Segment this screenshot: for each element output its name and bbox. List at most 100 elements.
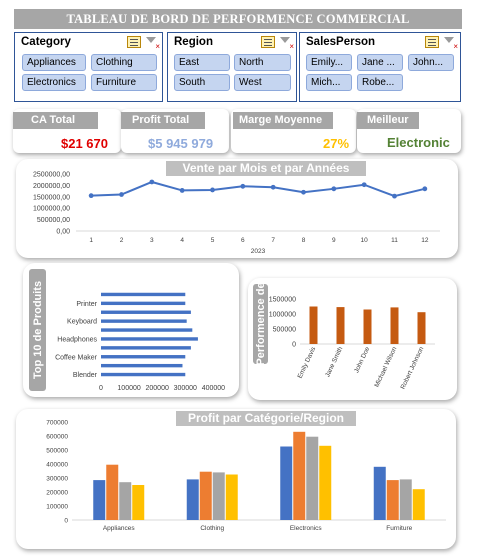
profit-bar: [386, 480, 399, 520]
line-chart: 0,00 500000,00 1000000,00 1500000,00 2000000…: [33, 172, 440, 255]
slicer-item-emily[interactable]: Emily...: [306, 54, 352, 71]
kpi-label: Meilleur: [357, 112, 419, 129]
product-bar: [101, 372, 186, 377]
profit-bar: [373, 466, 386, 520]
y-tick-label: 1000000: [269, 312, 296, 319]
x-tick-label: 9: [332, 237, 336, 244]
y-tick-label: 400000: [46, 462, 68, 469]
x-tick-label: 3: [150, 237, 154, 244]
data-point: [270, 184, 276, 190]
y-tick-label: 0: [292, 342, 296, 349]
category-label: Coffee Maker: [55, 354, 98, 361]
x-tick-label: 7: [271, 237, 275, 244]
data-point: [179, 188, 185, 193]
slicer-item-west[interactable]: West: [234, 74, 291, 91]
slicer-item-john[interactable]: John...: [408, 54, 454, 71]
product-bar: [101, 292, 186, 297]
slicer-item-furniture[interactable]: Furniture: [91, 74, 157, 91]
profit-bar: [212, 472, 225, 520]
profit-bar: [199, 471, 212, 520]
slicer-item-robert[interactable]: Robe...: [357, 74, 403, 91]
profit-bar: [293, 431, 306, 520]
profit-chart: 0 100000 200000 300000 400000 500000 600000 700…: [46, 420, 446, 532]
profit-bar: [132, 485, 145, 520]
slicer-item-electronics[interactable]: Electronics: [22, 74, 86, 91]
x-tick-label: 1: [89, 237, 93, 244]
category-label: Headphones: [57, 336, 97, 343]
kpi-label: Profit Total: [121, 112, 205, 129]
y-tick-label: 700000: [46, 420, 68, 427]
product-bar: [101, 355, 186, 359]
profit-bar: [119, 482, 132, 520]
profit-bar: [319, 445, 332, 520]
multi-select-icon[interactable]: [425, 36, 439, 48]
data-point: [361, 182, 367, 188]
x-tick-label: 12: [421, 237, 429, 244]
category-label: Keyboard: [67, 319, 97, 326]
profit-panel: Profit par Catégorie/Region 0 100000 20000…: [16, 409, 456, 549]
slicer-item-appliances[interactable]: Appliances: [22, 54, 86, 71]
profit-bar: [399, 479, 412, 520]
y-tick-label: 600000: [46, 434, 68, 441]
clear-filter-icon[interactable]: [444, 36, 458, 51]
y-tick-label: 500000: [46, 448, 68, 455]
slicer-item-east[interactable]: East: [174, 54, 230, 71]
slicer-item-south[interactable]: South: [174, 74, 230, 91]
y-tick-label: 200000: [46, 490, 68, 497]
x-tick-label: 300000: [174, 385, 197, 392]
category-label: Printer: [76, 301, 97, 308]
profit-bar: [186, 479, 199, 520]
data-point: [240, 183, 246, 189]
y-tick-label: 300000: [46, 476, 68, 483]
profit-bar: [412, 489, 425, 520]
product-bar: [101, 363, 183, 368]
clear-filter-icon[interactable]: [146, 36, 160, 51]
category-label: Emily Davis: [297, 345, 318, 379]
salesperson-slicer: SalesPerson Emily... Jane ... John... Mi…: [299, 32, 461, 102]
multi-select-icon[interactable]: [261, 36, 275, 48]
category-label: Clothing: [200, 525, 224, 532]
kpi-value: 27%: [323, 136, 350, 151]
data-point: [331, 186, 337, 192]
profit-bar: [225, 474, 238, 520]
data-point: [422, 186, 428, 192]
kpi-value: Electronic: [387, 135, 450, 150]
y-tick-label: 1500000,00: [33, 194, 70, 201]
y-tick-label: 1500000: [269, 297, 296, 304]
category-label: Robert Johnson: [400, 346, 426, 391]
kpi-marge-moyenne: Marge Moyenne 27%: [231, 109, 356, 153]
line-chart-panel: Vente par Mois et par Années 0,00 500000,…: [16, 159, 458, 258]
performance-chart: 0 500000 1000000 1500000 Emily Davis Jane Smi…: [269, 297, 435, 391]
profit-bar: [280, 446, 293, 520]
profit-bar: [306, 436, 319, 520]
slicer-item-jane[interactable]: Jane ...: [357, 54, 403, 71]
data-point: [301, 189, 306, 195]
y-tick-label: 0: [64, 518, 68, 525]
kpi-value: $21 670: [61, 136, 108, 151]
kpi-value: $5 945 979: [148, 136, 214, 151]
slicer-item-michael[interactable]: Mich...: [306, 74, 352, 91]
salesperson-bar: [336, 307, 345, 344]
clear-filter-icon[interactable]: [280, 36, 294, 51]
multi-select-icon[interactable]: [127, 36, 141, 48]
profit-bar: [106, 464, 119, 520]
y-tick-label: 0,00: [56, 229, 70, 236]
salesperson-bar: [417, 312, 426, 344]
slicer-item-north[interactable]: North: [234, 54, 291, 71]
product-bar: [101, 301, 186, 306]
region-slicer: Region East North South West: [167, 32, 297, 102]
category-label: John Doe: [353, 346, 371, 375]
slicer-item-clothing[interactable]: Clothing: [91, 54, 157, 71]
salesperson-bar: [390, 307, 399, 344]
data-point: [119, 192, 124, 197]
category-label: Electronics: [290, 525, 323, 532]
y-tick-label: 500000: [273, 327, 296, 334]
y-tick-label: 1000000,00: [33, 206, 70, 213]
x-tick-label: 10: [361, 237, 369, 244]
x-tick-label: 100000: [117, 385, 140, 392]
x-tick-label: 0: [99, 385, 103, 392]
product-bar: [101, 346, 191, 350]
top-products-chart: Blender Coffee Maker Headphones Keyboard Pri…: [55, 292, 225, 392]
data-point: [149, 179, 155, 185]
category-slicer-title: Category: [21, 36, 71, 48]
